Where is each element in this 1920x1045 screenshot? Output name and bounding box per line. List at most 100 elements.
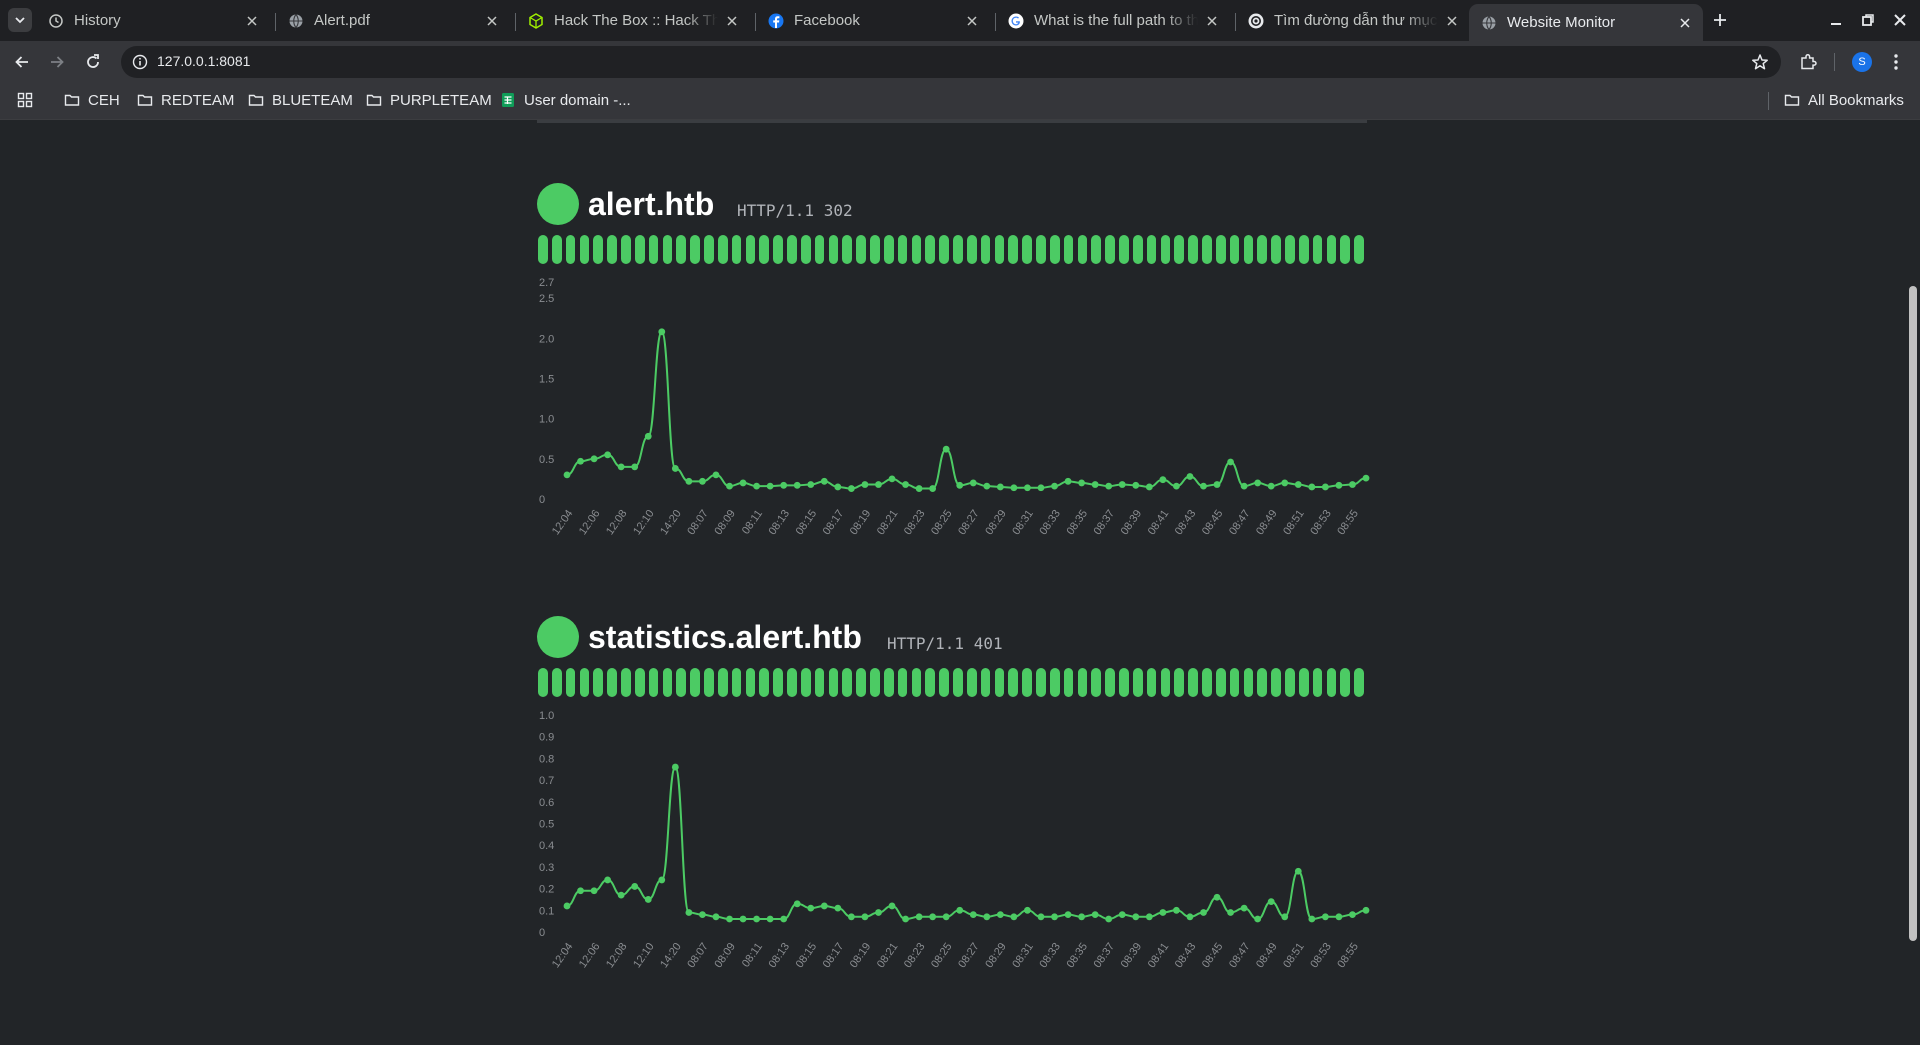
heartbeat-20[interactable]	[800, 235, 811, 264]
heartbeat-10[interactable]	[662, 235, 673, 264]
heartbeat-20[interactable]	[800, 668, 811, 697]
heartbeat-21[interactable]	[814, 235, 825, 264]
data-point[interactable]	[1118, 481, 1126, 488]
profile-avatar[interactable]: S	[1852, 52, 1872, 72]
heartbeat-18[interactable]	[773, 668, 783, 697]
data-point[interactable]	[1213, 893, 1221, 901]
heartbeat-57[interactable]	[1312, 235, 1323, 264]
data-point[interactable]	[1105, 482, 1113, 490]
data-point[interactable]	[1281, 913, 1289, 921]
data-point[interactable]	[1321, 483, 1329, 491]
heartbeat-6[interactable]	[607, 235, 617, 264]
heartbeat-30[interactable]	[939, 235, 949, 264]
close-icon[interactable]	[1204, 13, 1220, 29]
tab-chatgpt[interactable]: Tìm đường dẫn thư mục	[1236, 4, 1470, 37]
heartbeat-13[interactable]	[704, 668, 714, 697]
data-point[interactable]	[590, 887, 598, 895]
data-point[interactable]	[834, 904, 842, 912]
data-point[interactable]	[1254, 915, 1262, 923]
heartbeat-55[interactable]	[1285, 668, 1295, 697]
close-icon[interactable]	[964, 13, 980, 29]
heartbeat-45[interactable]	[1146, 668, 1157, 697]
data-point[interactable]	[1173, 906, 1180, 914]
heartbeat-6[interactable]	[607, 668, 617, 697]
data-point[interactable]	[1051, 913, 1058, 921]
data-point[interactable]	[1118, 911, 1126, 919]
heartbeat-42[interactable]	[1105, 235, 1115, 264]
data-point[interactable]	[1186, 473, 1194, 480]
bookmark-redteam[interactable]: REDTEAM	[137, 90, 234, 110]
data-point[interactable]	[1335, 481, 1343, 489]
data-point[interactable]	[577, 887, 584, 895]
heartbeat-2[interactable]	[551, 668, 562, 697]
data-point[interactable]	[1362, 906, 1370, 914]
heartbeat-44[interactable]	[1132, 235, 1143, 264]
apps-grid-icon[interactable]	[17, 92, 33, 108]
reload-icon[interactable]	[83, 52, 103, 72]
data-point[interactable]	[780, 915, 788, 923]
back-arrow-icon[interactable]	[12, 52, 32, 72]
address-bar[interactable]: 127.0.0.1:8081	[121, 46, 1781, 78]
heartbeat-52[interactable]	[1243, 235, 1254, 264]
data-point[interactable]	[807, 904, 815, 912]
heartbeat-1[interactable]	[538, 668, 548, 697]
heartbeat-58[interactable]	[1326, 668, 1337, 697]
heartbeat-31[interactable]	[953, 235, 963, 264]
data-point[interactable]	[780, 481, 788, 489]
data-point[interactable]	[875, 481, 882, 488]
heartbeat-34[interactable]	[994, 235, 1005, 264]
data-point[interactable]	[1078, 913, 1086, 921]
data-point[interactable]	[929, 913, 937, 921]
close-icon[interactable]	[1677, 15, 1693, 31]
data-point[interactable]	[671, 763, 679, 771]
heartbeat-25[interactable]	[870, 235, 880, 264]
close-icon[interactable]	[244, 13, 260, 29]
heartbeat-30[interactable]	[939, 668, 949, 697]
data-point[interactable]	[1227, 909, 1234, 916]
data-point[interactable]	[1294, 867, 1302, 875]
data-point[interactable]	[1349, 481, 1356, 488]
extensions-puzzle-icon[interactable]	[1798, 52, 1818, 72]
heartbeat-32[interactable]	[966, 235, 977, 264]
data-point[interactable]	[902, 481, 909, 488]
data-point[interactable]	[942, 445, 950, 453]
window-close-icon[interactable]	[1892, 12, 1908, 28]
heartbeat-38[interactable]	[1049, 235, 1060, 264]
data-point[interactable]	[996, 911, 1004, 919]
data-point[interactable]	[766, 482, 774, 490]
heartbeat-15[interactable]	[731, 235, 742, 264]
data-point[interactable]	[604, 876, 612, 884]
data-point[interactable]	[617, 891, 625, 899]
data-point[interactable]	[1010, 484, 1018, 492]
tab-search-button[interactable]	[8, 8, 32, 32]
heartbeat-5[interactable]	[593, 235, 604, 264]
data-point[interactable]	[1213, 481, 1221, 488]
data-point[interactable]	[875, 909, 882, 916]
heartbeat-56[interactable]	[1298, 668, 1309, 697]
heartbeat-16[interactable]	[745, 668, 756, 697]
data-point[interactable]	[1091, 911, 1099, 919]
heartbeat-14[interactable]	[717, 235, 728, 264]
heartbeat-4[interactable]	[579, 668, 590, 697]
heartbeat-28[interactable]	[911, 668, 922, 697]
close-icon[interactable]	[724, 13, 740, 29]
data-point[interactable]	[644, 432, 652, 440]
heartbeat-40[interactable]	[1077, 235, 1088, 264]
data-point[interactable]	[1037, 484, 1045, 492]
heartbeat-49[interactable]	[1202, 235, 1212, 264]
bookmark-star-icon[interactable]	[1751, 53, 1769, 71]
data-point[interactable]	[1064, 477, 1072, 485]
heartbeat-29[interactable]	[925, 235, 936, 264]
heartbeat-40[interactable]	[1077, 668, 1088, 697]
heartbeat-17[interactable]	[759, 235, 770, 264]
data-point[interactable]	[1267, 898, 1275, 906]
data-point[interactable]	[1362, 474, 1370, 482]
data-point[interactable]	[1132, 481, 1140, 489]
data-point[interactable]	[753, 482, 760, 490]
data-point[interactable]	[807, 481, 815, 488]
heartbeat-13[interactable]	[704, 235, 714, 264]
heartbeat-17[interactable]	[759, 668, 770, 697]
heartbeat-53[interactable]	[1257, 235, 1268, 264]
data-point[interactable]	[1091, 481, 1099, 488]
heartbeat-57[interactable]	[1312, 668, 1323, 697]
